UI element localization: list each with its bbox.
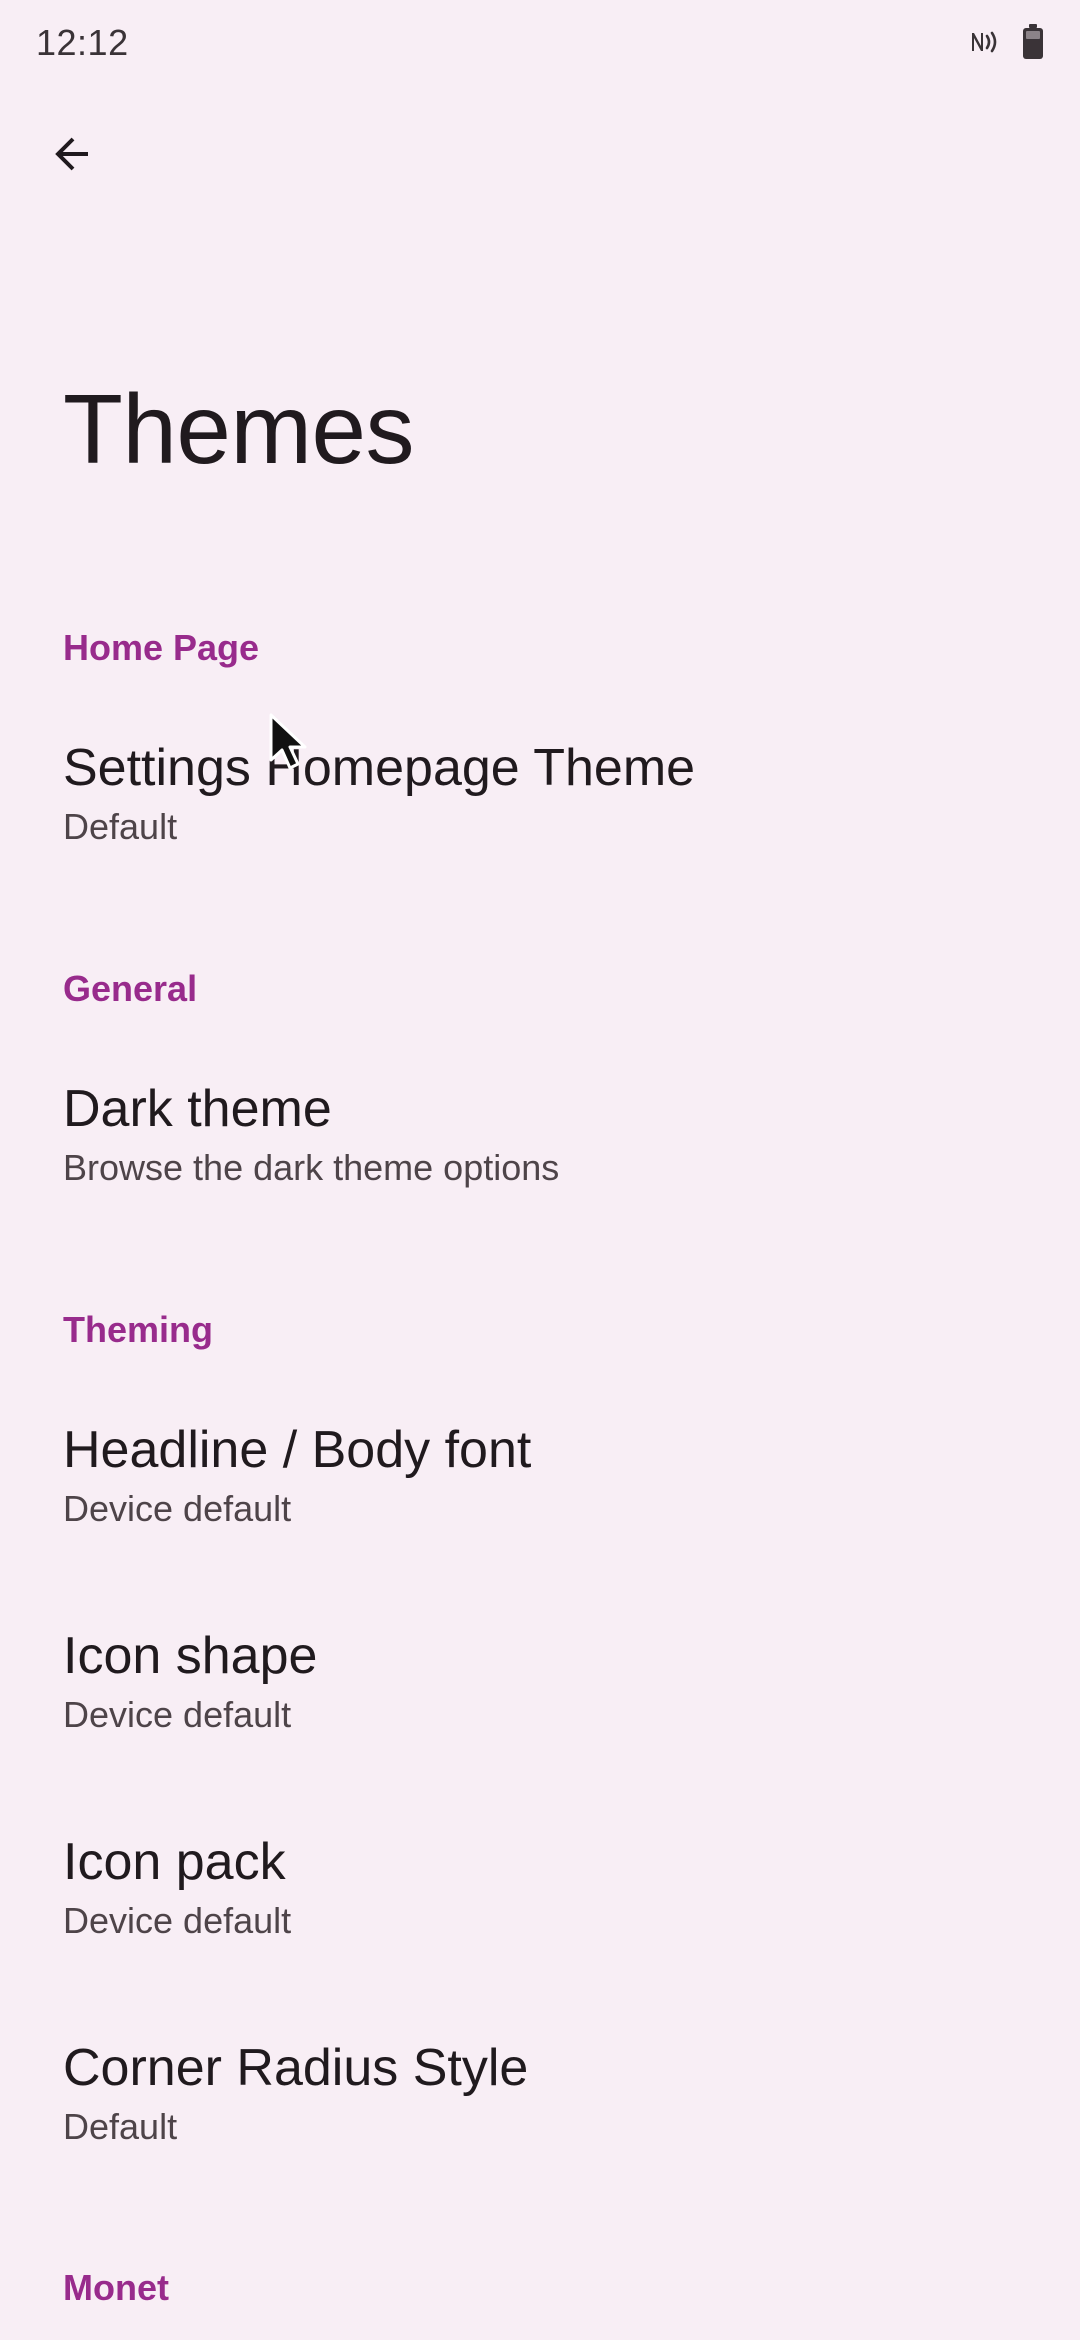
back-button[interactable]: [36, 120, 108, 192]
category-home-page: Home Page: [63, 627, 260, 668]
pref-title: Dark theme: [63, 1080, 332, 1138]
arrow-left-icon: [48, 130, 96, 183]
nfc-icon: [968, 27, 1002, 57]
pref-dark-theme[interactable]: Dark theme Browse the dark theme options: [0, 1080, 1080, 1189]
status-icons: [968, 24, 1044, 60]
category-monet: Monet: [63, 2267, 169, 2308]
category-theming: Theming: [63, 1309, 213, 1350]
pref-summary: Device default: [63, 1900, 292, 1942]
pref-summary: Default: [63, 806, 178, 848]
pref-settings-homepage-theme[interactable]: Settings Homepage Theme Default: [0, 739, 1080, 848]
page-title: Themes: [63, 374, 415, 484]
category-general: General: [63, 968, 198, 1009]
pref-icon-pack[interactable]: Icon pack Device default: [0, 1833, 1080, 1942]
pref-title: Icon shape: [63, 1627, 318, 1685]
status-time: 12:12: [36, 22, 129, 63]
pref-summary: Default: [63, 2106, 178, 2148]
pref-title: Headline / Body font: [63, 1421, 532, 1479]
pref-summary: Browse the dark theme options: [63, 1147, 560, 1189]
pref-title: Corner Radius Style: [63, 2039, 529, 2097]
pref-summary: Device default: [63, 1488, 292, 1530]
pref-icon-shape[interactable]: Icon shape Device default: [0, 1627, 1080, 1736]
status-bar: 12:12: [0, 0, 1080, 90]
pref-corner-radius-style[interactable]: Corner Radius Style Default: [0, 2039, 1080, 2148]
battery-icon: [1022, 24, 1044, 60]
pref-title: Icon pack: [63, 1833, 286, 1891]
pref-headline-body-font[interactable]: Headline / Body font Device default: [0, 1421, 1080, 1530]
pref-summary: Device default: [63, 1694, 292, 1736]
pref-title: Settings Homepage Theme: [63, 739, 696, 797]
